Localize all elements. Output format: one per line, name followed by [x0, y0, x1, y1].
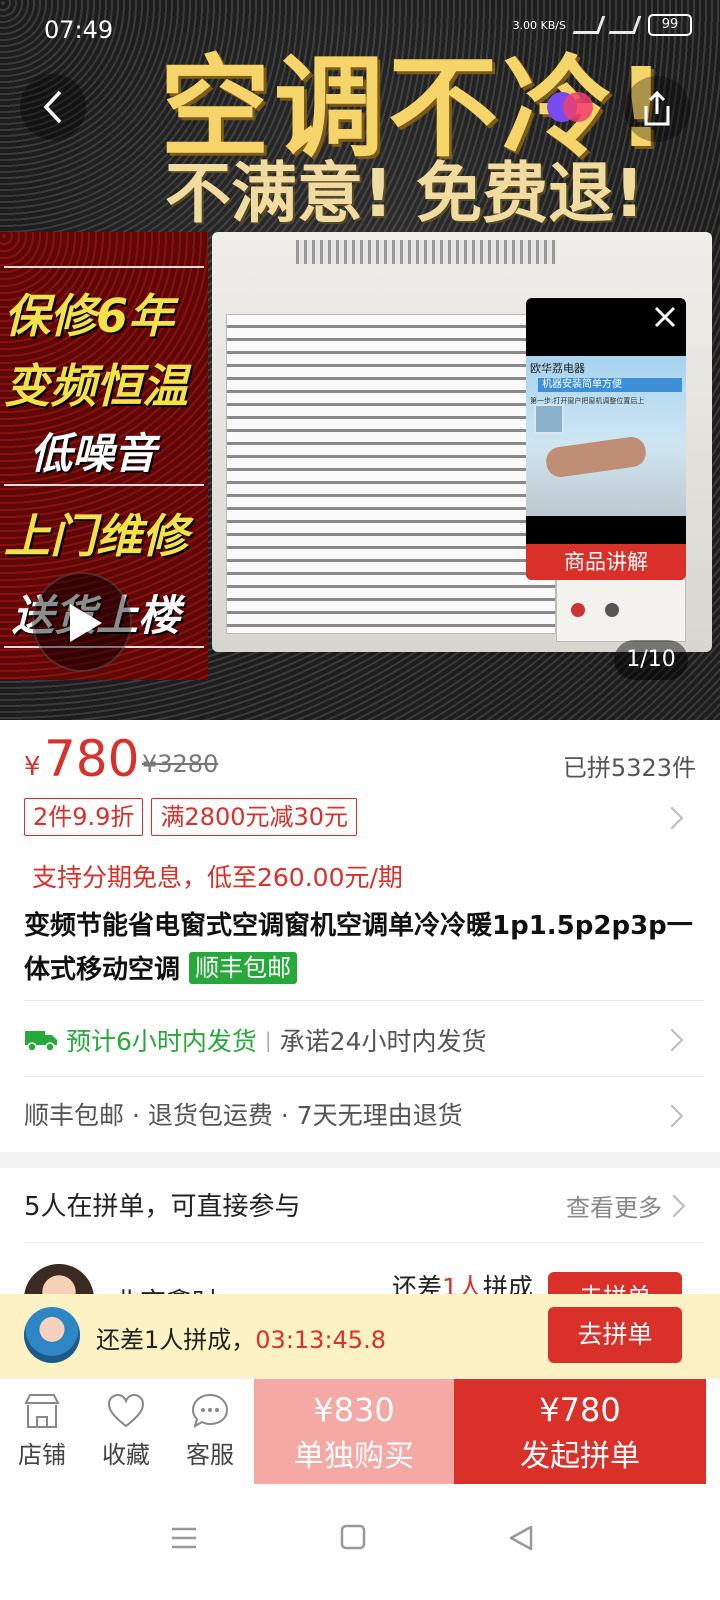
group-list-item: 北京鑫时 还差1人拼成 去拼单 [0, 1246, 720, 1294]
wifi-icon [572, 16, 606, 34]
customer-service-button[interactable]: 客服 [168, 1393, 252, 1470]
product-title-text: 变频节能省电窗式空调窗机空调单冷冷暖1p1.5p2p3p一体式移动空调 [24, 911, 693, 985]
hand-image [544, 435, 648, 479]
buy-alone-button[interactable]: ¥830 单独购买 [254, 1379, 454, 1485]
ac-knob [571, 603, 585, 617]
countdown-timer: 03:13:45.8 [255, 1326, 386, 1354]
back-button[interactable] [20, 74, 86, 140]
menu-icon[interactable] [170, 1524, 198, 1552]
shipping-promise: 承诺24小时内发货 [279, 1027, 487, 1056]
product-image-carousel[interactable]: 07:49 3.00 KB/S 99 空调不冷! 不满意! 免费退! 保修6年 … [0, 0, 720, 720]
promo-tag-coupon[interactable]: 满2800元减30元 [151, 798, 358, 836]
signal-icon [608, 16, 642, 34]
store-label: 店铺 [18, 1441, 66, 1469]
original-price: ¥3280 [142, 750, 219, 778]
video-banner: 机器安装简单方便 [538, 378, 682, 392]
start-group-button[interactable]: ¥780 发起拼单 [454, 1379, 706, 1485]
feature-quiet: 低噪音 [30, 429, 157, 478]
avatar [24, 1307, 80, 1363]
ac-vent [296, 240, 556, 264]
back-icon[interactable] [508, 1524, 534, 1552]
divider [24, 1242, 704, 1243]
bottom-action-bar: 店铺 收藏 客服 ¥830 单独购买 ¥780 发起拼单 [0, 1378, 720, 1485]
share-icon [644, 90, 670, 126]
service-label: 客服 [186, 1441, 234, 1469]
home-icon[interactable] [340, 1524, 366, 1550]
back-arrow-icon [43, 90, 62, 124]
video-brand: 欧华荔电器 [530, 362, 585, 375]
banner-text: 还差1人拼成，03:13:45.8 [96, 1326, 386, 1354]
share-button[interactable] [624, 76, 690, 142]
divider [4, 266, 204, 268]
ac-grill [226, 314, 556, 634]
group-user-name: 北京鑫时 [114, 1282, 218, 1294]
section-gap [0, 1152, 720, 1168]
group-buy-heading: 5人在拼单，可直接参与 [24, 1192, 301, 1222]
installment-info: 支持分期免息，低至260.00元/期 [32, 863, 403, 892]
play-video-button[interactable] [32, 572, 132, 672]
group-label: 发起拼单 [520, 1439, 640, 1474]
currency-symbol: ¥ [24, 752, 41, 782]
battery-icon: 99 [648, 14, 692, 36]
system-nav-bar [0, 1484, 720, 1600]
divider [24, 1076, 704, 1077]
status-icons: 3.00 KB/S 99 [513, 14, 692, 36]
video-frame: 欧华荔电器 机器安装简单方便 第一步:打开窗户把窗机调整位置后上 [526, 356, 686, 516]
hero-subheadline: 不满意! 免费退! [165, 155, 645, 232]
chat-icon [191, 1393, 229, 1429]
promo-tag-discount[interactable]: 2件9.9折 [24, 798, 144, 836]
group-invite-banner: 还差1人拼成，03:13:45.8 去拼单 [0, 1294, 720, 1378]
free-shipping-badge: 顺丰包邮 [189, 952, 298, 984]
ac-knob [605, 603, 619, 617]
play-icon [70, 604, 102, 642]
group-remaining: 还差1人拼成 [392, 1273, 533, 1294]
price-row: ¥ 780 ¥3280 已拼5323件 [24, 730, 696, 794]
divider [4, 484, 204, 486]
feature-warranty: 保修6年 [4, 289, 175, 343]
current-price: 780 [44, 730, 140, 788]
favorite-label: 收藏 [102, 1441, 150, 1469]
favorite-button[interactable]: 收藏 [84, 1393, 168, 1470]
store-icon [24, 1394, 60, 1428]
avatar [24, 1264, 94, 1294]
chevron-right-icon[interactable] [660, 806, 684, 830]
divider [24, 1000, 704, 1001]
heart-icon [107, 1393, 145, 1428]
shipping-estimate: 预计6小时内发货 [66, 1027, 257, 1056]
feature-repair: 上门维修 [4, 509, 188, 563]
promo-tags[interactable]: 2件9.9折 满2800元减30元 [24, 798, 358, 838]
video-caption: 商品讲解 [526, 544, 686, 580]
buy-alone-price: ¥830 [313, 1391, 395, 1429]
shipping-row[interactable]: 预计6小时内发货 | 承诺24小时内发货 [24, 1018, 696, 1062]
window-image [534, 404, 564, 434]
service-guarantees[interactable]: 顺丰包邮 · 退货包运费 · 7天无理由退货 [24, 1096, 463, 1132]
product-title: 变频节能省电窗式空调窗机空调单冷冷暖1p1.5p2p3p一体式移动空调 顺丰包邮 [24, 904, 696, 992]
net-speed: 3.00 KB/S [512, 18, 566, 32]
join-group-button[interactable]: 去拼单 [548, 1307, 682, 1363]
store-button[interactable]: 店铺 [0, 1393, 84, 1470]
view-more-link[interactable]: 查看更多 [566, 1188, 662, 1223]
buy-alone-label: 单独购买 [294, 1439, 414, 1474]
sold-count: 已拼5323件 [562, 754, 696, 782]
product-explainer-video[interactable]: 欧华荔电器 机器安装简单方便 第一步:打开窗户把窗机调整位置后上 商品讲解 [526, 298, 686, 580]
chevron-right-icon[interactable] [662, 1194, 686, 1218]
close-icon[interactable] [650, 302, 680, 332]
join-group-button[interactable]: 去拼单 [548, 1272, 682, 1294]
status-time: 07:49 [44, 16, 114, 44]
status-bar: 07:49 3.00 KB/S 99 [0, 0, 720, 60]
app-logo-icon [547, 92, 595, 124]
ac-control-panel [556, 572, 686, 642]
truck-icon [25, 1031, 57, 1052]
group-price: ¥780 [539, 1391, 621, 1429]
chevron-right-icon[interactable] [660, 1104, 684, 1128]
feature-inverter: 变频恒温 [4, 359, 188, 413]
separator: | [264, 1028, 272, 1052]
image-counter: 1/10 [614, 640, 688, 680]
